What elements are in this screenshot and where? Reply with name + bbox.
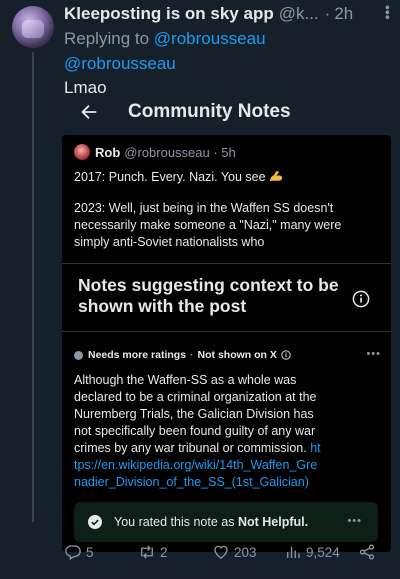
rating-value: Not Helpful. (237, 515, 309, 529)
share-button[interactable] (358, 543, 376, 561)
flexed-bicep-icon (269, 171, 282, 182)
replying-prefix: Replying to (64, 29, 150, 48)
community-notes-card: Rob @robrousseau · 5h 2017: Punch. Every… (62, 135, 391, 552)
like-button[interactable]: 203 (212, 543, 257, 561)
note-status-row: Needs more ratings · Not shown on X (74, 347, 379, 363)
tweet-header: Kleeposting is on sky app @k... · 2h (64, 3, 392, 25)
more-options-icon[interactable]: ••• (380, 5, 396, 20)
tweet-text: Lmao (64, 78, 107, 97)
views-button[interactable]: 9,524 (284, 543, 340, 561)
view-count: 9,524 (306, 544, 340, 560)
rating-status-box: You rated this note as Not Helpful. ••• (74, 502, 378, 542)
rating-more-icon[interactable]: ••• (347, 515, 362, 527)
note-status: Needs more ratings (88, 349, 187, 361)
info-icon[interactable] (281, 350, 291, 360)
quoted-line-2: 2023: Well, just being in the Waffen SS … (74, 201, 342, 249)
status-dot-icon (74, 350, 83, 360)
replying-to-link[interactable]: @robrousseau (154, 29, 266, 48)
rating-text: You rated this note as Not Helpful. (114, 515, 308, 529)
note-status-separator: · (190, 349, 194, 361)
quoted-handle-time: @robrousseau · 5h (124, 144, 236, 160)
header-separator: · (324, 4, 331, 23)
note-more-icon[interactable]: ••• (366, 348, 381, 360)
quoted-line-1-text: 2017: Punch. Every. Nazi. You see (74, 170, 266, 184)
thread-line (32, 52, 34, 522)
note-visibility: Not shown on X (197, 349, 277, 361)
note-text: Although the Waffen-SS as a whole was de… (74, 373, 317, 455)
community-notes-header: Community Notes (64, 96, 394, 128)
quoted-name: Rob (95, 144, 121, 160)
reply-button[interactable]: 5 (64, 543, 94, 561)
tweet-time[interactable]: 2h (334, 4, 353, 24)
community-notes-title: Community Notes (128, 101, 291, 122)
heart-icon (214, 545, 228, 559)
quoted-line-1: 2017: Punch. Every. Nazi. You see (74, 169, 379, 186)
author-avatar[interactable] (12, 6, 54, 48)
reply-icon (65, 545, 81, 560)
share-icon (359, 544, 375, 560)
rating-prefix: You rated this note as (114, 515, 235, 529)
quoted-post[interactable]: Rob @robrousseau · 5h 2017: Punch. Every… (74, 143, 379, 251)
reply-count: 5 (86, 544, 94, 560)
note-body: Although the Waffen-SS as a whole was de… (74, 372, 324, 491)
divider (62, 263, 391, 264)
author-handle[interactable]: @k... (279, 4, 319, 24)
check-circle-icon (88, 515, 102, 529)
replying-to: Replying to @robrousseau (64, 29, 266, 49)
views-chart-icon (287, 546, 300, 558)
repost-icon (141, 545, 153, 559)
quoted-avatar (74, 144, 90, 160)
notes-heading: Notes suggesting context to be shown wit… (78, 275, 339, 316)
repost-button[interactable]: 2 (138, 543, 168, 561)
repost-count: 2 (160, 544, 168, 560)
divider (62, 331, 391, 332)
like-count: 203 (234, 544, 257, 560)
tweet-actions: 5 2 203 9,524 (62, 543, 392, 569)
mention-link[interactable]: @robrousseau (64, 54, 176, 74)
back-arrow-icon[interactable] (78, 101, 100, 123)
info-icon[interactable] (352, 290, 370, 308)
author-display-name[interactable]: Kleeposting is on sky app (64, 4, 274, 24)
